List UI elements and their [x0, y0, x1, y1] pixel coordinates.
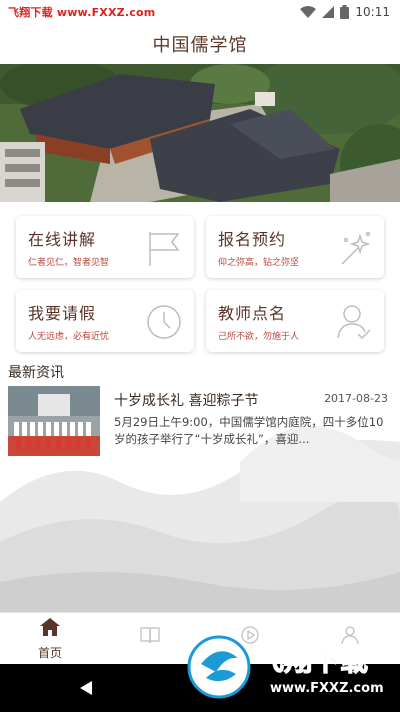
tab-home[interactable]: 首页 [0, 613, 100, 664]
card-leave-request[interactable]: 我要请假 人无远虑，必有近忧 [16, 290, 194, 352]
flag-icon [144, 228, 184, 272]
user-check-icon [334, 302, 374, 346]
wifi-icon [300, 6, 317, 18]
home-icon [39, 617, 61, 641]
list-item[interactable]: 十岁成长礼 喜迎粽子节 2017-08-23 5月29日上午9:00，中国儒学馆… [8, 386, 392, 458]
news-title: 十岁成长礼 喜迎粽子节 [114, 393, 259, 409]
watermark-logo-text: 飞翔下载 [256, 644, 368, 677]
status-icons: 10:11 [300, 5, 390, 19]
tab-course[interactable] [100, 613, 200, 664]
battery-icon [340, 5, 350, 19]
sparkle-icon [334, 228, 374, 272]
watermark-logo-url: www.FXXZ.com [270, 681, 384, 696]
card-teacher-rollcall[interactable]: 教师点名 己所不欲，勿施于人 [206, 290, 384, 352]
tab-label: 首页 [37, 645, 62, 660]
news-thumbnail [8, 386, 100, 456]
news-section-title: 最新资讯 [8, 365, 64, 381]
signal-icon [322, 6, 335, 18]
news-date: 2017-08-23 [324, 392, 388, 405]
watermark-text: 飞翔下载 www.FXXZ.com [8, 6, 156, 19]
card-online-guide[interactable]: 在线讲解 仁者见仁，智者见智 [16, 216, 194, 278]
hero-image [0, 64, 400, 202]
book-icon [139, 625, 161, 649]
status-bar: 飞翔下载 www.FXXZ.com 10:11 [0, 0, 400, 24]
news-summary: 5月29日上午9:00，中国儒学馆内庭院，四十多位10岁的孩子举行了“十岁成长礼… [114, 415, 384, 446]
watermark-logo: 飞翔下载 www.FXXZ.com [186, 634, 396, 700]
clock-time: 10:11 [355, 5, 390, 19]
back-icon[interactable] [78, 680, 94, 700]
card-registration[interactable]: 报名预约 仰之弥高，钻之弥坚 [206, 216, 384, 278]
clock-icon [144, 302, 184, 346]
page-title: 中国儒学馆 [152, 35, 248, 56]
